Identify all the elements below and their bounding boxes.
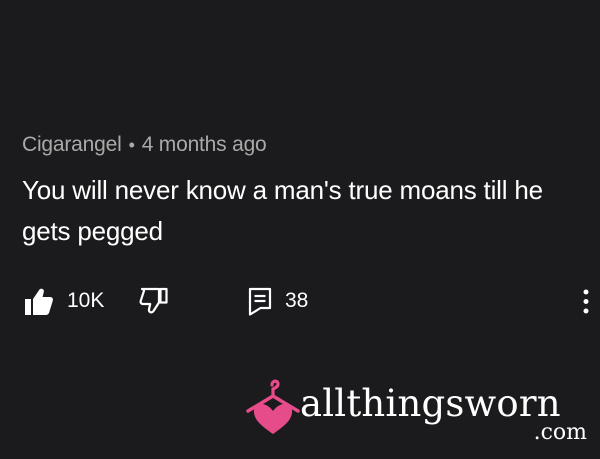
comment-timestamp: 4 months ago <box>141 133 267 156</box>
thumbs-down-icon <box>138 287 169 315</box>
like-button[interactable]: 10K <box>24 286 104 316</box>
dislike-button[interactable] <box>138 286 169 316</box>
comment-card: Cigarangel • 4 months ago You will never… <box>22 132 582 252</box>
watermark-name: allthingsworn <box>300 382 561 425</box>
more-vertical-icon <box>582 287 590 316</box>
reply-comment-icon <box>248 287 272 316</box>
thumbs-up-icon <box>24 287 54 316</box>
more-options-button[interactable] <box>580 286 592 316</box>
comment-meta: Cigarangel • 4 months ago <box>22 132 582 158</box>
replies-button[interactable]: 38 <box>248 286 308 316</box>
hanger-heart-logo <box>244 376 302 441</box>
watermark: allthingsworn .com <box>244 376 594 451</box>
like-count: 10K <box>67 289 105 312</box>
comment-text: You will never know a man's true moans t… <box>22 175 543 246</box>
watermark-domain: .com <box>533 420 587 445</box>
reply-count: 38 <box>285 289 309 312</box>
comment-author[interactable]: Cigarangel <box>22 132 122 158</box>
comment-actions: 10K 38 <box>24 286 598 316</box>
meta-separator: • <box>128 135 135 155</box>
